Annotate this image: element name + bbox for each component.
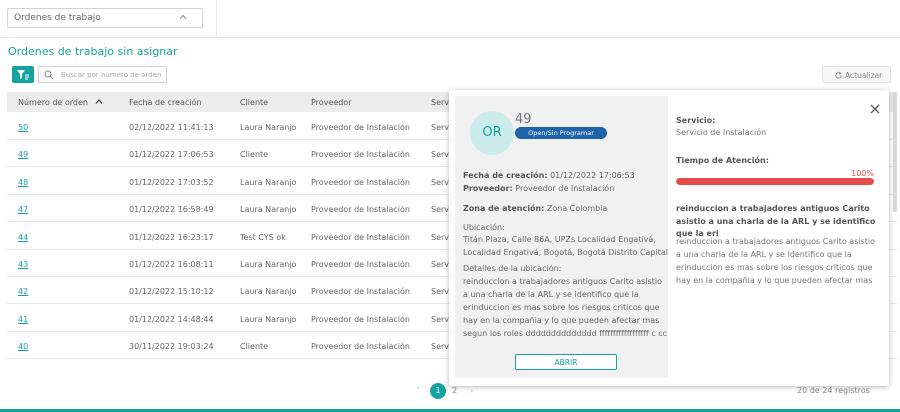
service-label: Servicio: — [676, 116, 716, 125]
client-cell: Laura Naranjo — [240, 260, 297, 269]
order-number-link[interactable]: 43 — [18, 260, 28, 269]
provider-cell: Proveedor de Instalación — [311, 205, 410, 215]
creation-date-cell: 01/12/2022 17:03:52 — [129, 177, 214, 187]
select-value: Ordenes de trabajo — [14, 13, 101, 23]
location-details-label: Detalles de la ubicación: — [463, 264, 562, 273]
order-number: 49 — [515, 112, 532, 127]
location-value: Titán Plaza, Calle 86A, UPZs Localidad E… — [463, 235, 668, 257]
attention-time-bar — [676, 178, 874, 185]
provider-cell: Proveedor de Instalación — [311, 260, 410, 269]
location-details-value: reinduccion a trabajadores antiguos Cari… — [463, 277, 668, 338]
order-info-panel: Servicio: Servicio de Instalación Tiempo… — [676, 96, 882, 378]
attention-time-percent: 100% — [851, 169, 874, 178]
creation-date-cell: 01/12/2022 15:10:12 — [129, 287, 214, 297]
avatar: OR — [470, 111, 514, 155]
provider-cell: Proveedor de Instalación — [311, 177, 410, 187]
client-cell: Test CYS ok — [240, 232, 286, 242]
creation-date-cell: 30/11/2022 19:03:24 — [129, 342, 214, 352]
client-cell: Laura Naranjo — [240, 314, 297, 324]
client-cell: Laura Naranjo — [240, 177, 297, 187]
sort-up-icon — [95, 99, 102, 104]
order-number-link[interactable]: 44 — [18, 233, 28, 242]
order-number-link[interactable]: 41 — [18, 315, 28, 324]
creation-date: Fecha de creación: 01/12/2022 17:06:53 — [463, 171, 635, 180]
client-cell: Laura Naranjo — [240, 205, 297, 215]
creation-date-cell: 01/12/2022 17:06:53 — [129, 150, 214, 160]
pagination-page-1[interactable]: 1 — [430, 383, 446, 399]
client-cell: Cliente — [240, 342, 269, 352]
order-number-link[interactable]: 47 — [18, 205, 28, 214]
provider-cell: Proveedor de Instalación — [311, 314, 410, 324]
records-count: 20 de 24 registros — [797, 386, 870, 395]
divider — [216, 0, 217, 38]
search-input[interactable]: Buscar por número de orden — [38, 66, 167, 83]
creation-date-cell: 01/12/2022 14:48:44 — [129, 314, 214, 324]
creation-date-cell: 02/12/2022 11:41:13 — [129, 123, 214, 132]
order-number-link[interactable]: 42 — [18, 287, 28, 296]
refresh-icon — [835, 71, 842, 79]
pagination-next[interactable]: › — [470, 386, 473, 395]
search-placeholder: Buscar por número de orden — [61, 71, 162, 79]
client-cell: Laura Naranjo — [240, 123, 297, 132]
filter-icon — [17, 70, 29, 80]
refresh-label: Actualizar — [845, 71, 883, 80]
col-header-order[interactable]: Número de orden — [18, 98, 103, 107]
provider: Proveedor: Proveedor de Instalación — [463, 184, 615, 193]
attention-time-label: Tiempo de Atención: — [676, 156, 769, 165]
creation-date-cell: 01/12/2022 16:23:17 — [129, 232, 214, 242]
pagination-page-2[interactable]: 2 — [452, 386, 457, 395]
filter-button[interactable] — [12, 66, 34, 83]
provider-cell: Proveedor de Instalación — [311, 150, 410, 160]
provider-cell: Proveedor de Instalación — [311, 232, 410, 242]
service-value: Servicio de Instalación — [676, 128, 767, 137]
chevron-up-icon — [179, 14, 187, 19]
client-cell: Cliente — [240, 150, 269, 160]
creation-date-cell: 01/12/2022 16:08:11 — [129, 260, 214, 269]
service-zone: Zona de atención: Zona Colombia — [463, 204, 608, 213]
pagination-prev[interactable]: ‹ — [416, 383, 419, 392]
scrollbar[interactable] — [893, 92, 897, 212]
order-number-link[interactable]: 48 — [18, 178, 28, 187]
col-header-provider[interactable]: Proveedor — [311, 98, 352, 107]
section-title: Ordenes de trabajo sin asignar — [8, 45, 178, 58]
top-bar: Ordenes de trabajo — [0, 0, 900, 38]
provider-cell: Proveedor de Instalación — [311, 123, 410, 132]
status-badge: Open/Sin Programar — [515, 127, 607, 139]
provider-cell: Proveedor de Instalación — [311, 342, 410, 352]
creation-date-cell: 01/12/2022 16:58:49 — [129, 205, 214, 215]
provider-cell: Proveedor de Instalación — [311, 287, 410, 297]
order-detail-popup: OR 49 Open/Sin Programar Fecha de creaci… — [449, 90, 889, 386]
close-icon[interactable] — [870, 104, 880, 114]
refresh-button[interactable]: Actualizar — [822, 66, 891, 83]
description-body: reinduccion a trabajadores antiguos Cari… — [676, 237, 875, 285]
search-icon — [44, 70, 54, 80]
open-button[interactable]: ABRIR — [515, 354, 617, 370]
col-header-client[interactable]: Cliente — [240, 98, 268, 107]
work-order-select[interactable]: Ordenes de trabajo — [7, 8, 203, 28]
order-number-link[interactable]: 49 — [18, 150, 28, 159]
order-number-link[interactable]: 40 — [18, 342, 28, 351]
client-cell: Laura Naranjo — [240, 287, 297, 297]
attention-time-bar-fill — [676, 178, 874, 185]
col-header-date[interactable]: Fecha de creación — [129, 98, 201, 107]
order-summary-panel: OR 49 Open/Sin Programar Fecha de creaci… — [455, 96, 668, 378]
order-number-link[interactable]: 50 — [18, 123, 28, 132]
